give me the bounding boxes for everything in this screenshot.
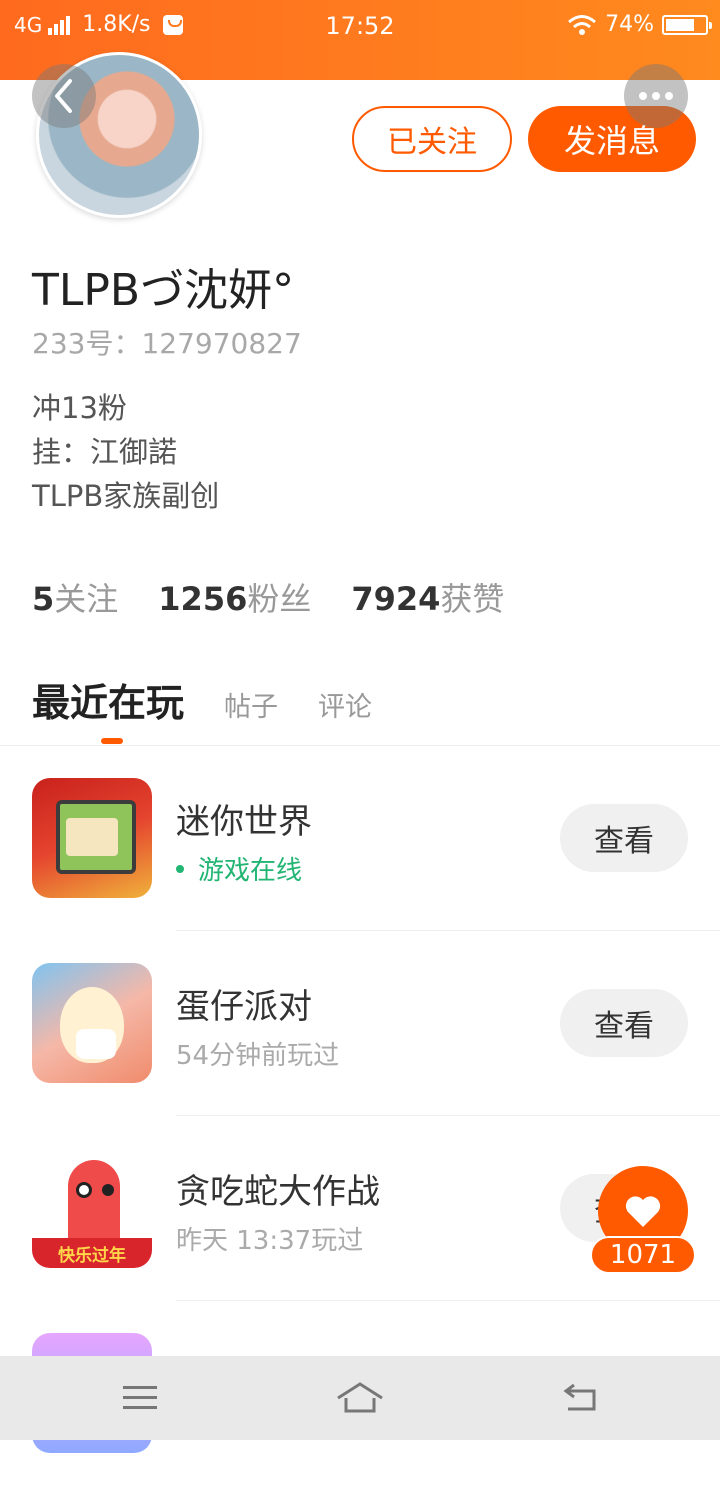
stat-label: 获赞: [440, 580, 505, 618]
back-button[interactable]: [32, 64, 96, 128]
bio-line: 冲13粉: [32, 391, 127, 425]
battery-percent: 74%: [605, 12, 654, 37]
stat-likes: 7924获赞: [351, 574, 504, 620]
more-button[interactable]: [624, 64, 688, 128]
bio-line: TLPB家族副创: [32, 479, 220, 513]
game-status: 54分钟前玩过: [176, 1035, 339, 1072]
tab-indicator: [101, 738, 123, 744]
menu-icon: [123, 1386, 157, 1409]
stat-label: 粉丝: [247, 580, 312, 618]
game-status-text: 昨天 13:37玩过: [176, 1226, 364, 1256]
game-icon-snake[interactable]: 快乐过年: [32, 1148, 152, 1268]
view-button[interactable]: 查看: [560, 989, 688, 1057]
tab-bar: 最近在玩 帖子 评论: [32, 672, 412, 727]
user-id: 233号：127970827: [32, 327, 302, 360]
game-icon-eggy-party[interactable]: [32, 963, 152, 1083]
list-item[interactable]: 迷你世界 游戏在线 查看: [0, 746, 720, 931]
stat-value: 5: [32, 580, 55, 618]
like-count: 1071: [590, 1236, 696, 1274]
online-dot-icon: [176, 864, 184, 873]
game-name: 贪吃蛇大作战: [176, 1172, 380, 1212]
stat-value: 1256: [158, 580, 248, 618]
back-icon: [563, 1383, 596, 1411]
menu-button[interactable]: [110, 1376, 170, 1420]
tab-posts[interactable]: 帖子: [224, 685, 278, 724]
game-status: 昨天 13:37玩过: [176, 1220, 363, 1257]
view-button[interactable]: 查看: [560, 804, 688, 872]
game-icon-mini-world[interactable]: [32, 778, 152, 898]
game-name: 迷你世界: [176, 802, 312, 842]
wifi-icon: [568, 14, 597, 35]
back-nav-button[interactable]: [550, 1376, 610, 1420]
list-item[interactable]: 蛋仔派对 54分钟前玩过 查看: [0, 931, 720, 1116]
tab-recently-played[interactable]: 最近在玩: [32, 672, 184, 727]
stat-value: 7924: [351, 580, 441, 618]
system-nav-bar: [0, 1356, 720, 1440]
profile-stats: 5关注 1256粉丝 7924获赞: [32, 574, 544, 620]
chevron-left-icon: [55, 79, 72, 113]
home-button[interactable]: [330, 1376, 390, 1420]
bio: 冲13粉 挂：江御諾 TLPB家族副创: [32, 386, 219, 518]
stat-following[interactable]: 5关注: [32, 574, 118, 620]
stat-label: 关注: [54, 580, 119, 618]
icon-banner-text: 快乐过年: [32, 1238, 152, 1268]
stat-fans[interactable]: 1256粉丝: [158, 574, 311, 620]
tab-comments[interactable]: 评论: [318, 685, 372, 724]
followed-button[interactable]: 已关注: [352, 106, 512, 172]
status-right: 74%: [567, 12, 712, 37]
more-dots-icon: [639, 92, 647, 100]
game-status-text: 游戏在线: [198, 856, 303, 886]
game-name: 蛋仔派对: [176, 987, 312, 1027]
nickname: TLPBづ沈妍°: [32, 265, 295, 316]
bio-line: 挂：江御諾: [32, 435, 178, 469]
battery-icon: [662, 14, 712, 35]
heart-icon: [625, 1196, 661, 1227]
game-status: 游戏在线: [176, 850, 302, 887]
game-status-text: 54分钟前玩过: [176, 1041, 340, 1071]
home-icon: [337, 1382, 383, 1413]
